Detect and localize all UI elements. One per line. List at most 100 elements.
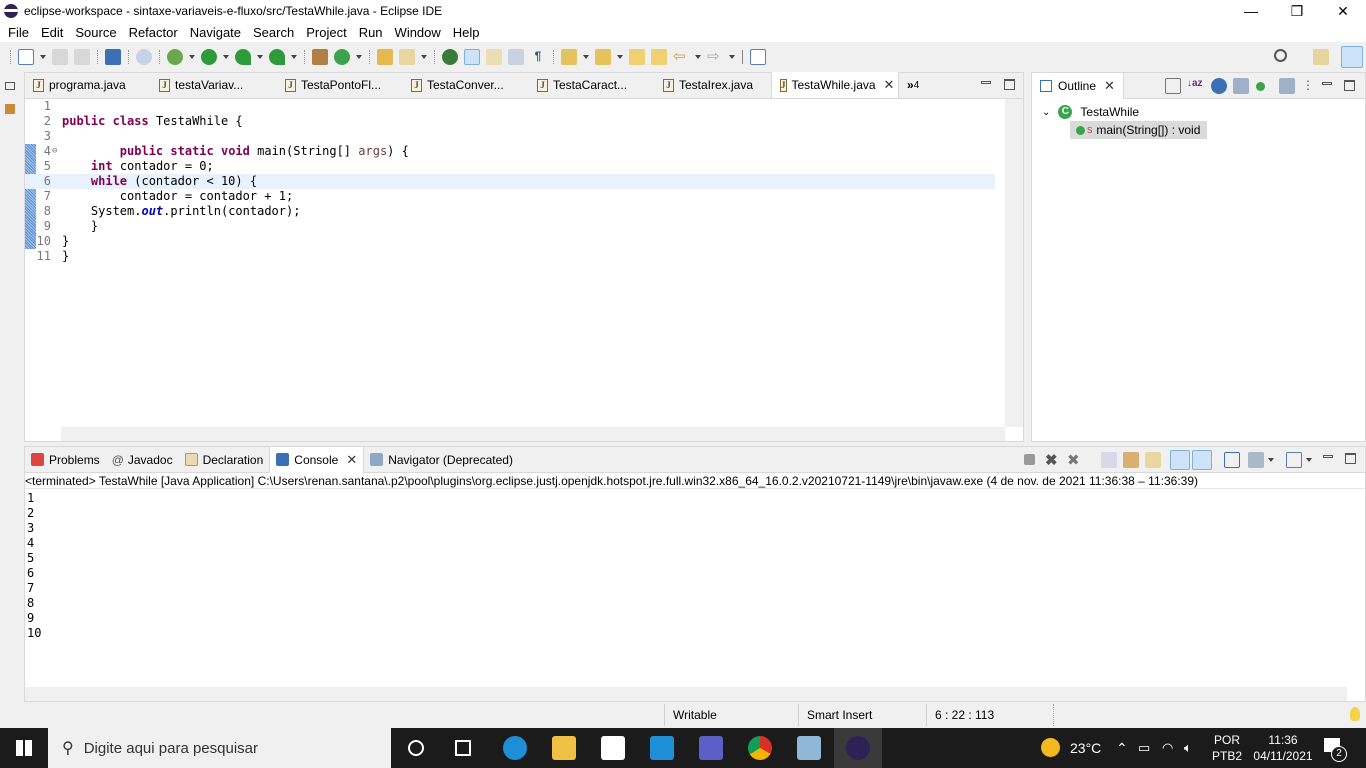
new-dropdown-icon[interactable] bbox=[40, 55, 46, 59]
windows-start-icon[interactable] bbox=[16, 740, 32, 756]
debug-icon[interactable] bbox=[167, 49, 183, 65]
view-menu-icon[interactable]: ⋮ bbox=[1302, 78, 1314, 92]
pin-console-icon[interactable] bbox=[1224, 452, 1240, 468]
external-tools-icon[interactable] bbox=[269, 49, 285, 65]
console-horizontal-scrollbar[interactable] bbox=[25, 687, 1347, 701]
coverage-icon[interactable] bbox=[235, 49, 251, 65]
eclipse-taskbar-icon[interactable] bbox=[846, 736, 870, 760]
restore-button[interactable]: ❐ bbox=[1274, 0, 1320, 22]
close-window-button[interactable]: ✕ bbox=[1320, 0, 1366, 22]
search-tool-icon[interactable] bbox=[399, 49, 415, 65]
hide-nonpublic-icon[interactable] bbox=[1256, 82, 1265, 91]
console-output[interactable]: 1 2 3 4 5 6 7 8 9 10 bbox=[25, 489, 1365, 641]
tab-declaration[interactable]: Declaration bbox=[179, 447, 270, 473]
display-console-dropdown-icon[interactable] bbox=[1268, 458, 1274, 462]
show-hidden-icons-icon[interactable]: ⌃ bbox=[1116, 728, 1128, 768]
menu-edit[interactable]: Edit bbox=[35, 25, 69, 40]
mail-icon[interactable] bbox=[650, 736, 674, 760]
weather-temp[interactable]: 23°C bbox=[1070, 728, 1101, 768]
open-console-dropdown-icon[interactable] bbox=[1306, 458, 1312, 462]
scroll-lock-icon[interactable] bbox=[1123, 452, 1139, 468]
open-console-icon[interactable] bbox=[105, 49, 121, 65]
tab-navigator[interactable]: Navigator (Deprecated) bbox=[364, 447, 519, 473]
minimize-button[interactable]: — bbox=[1228, 0, 1274, 22]
restore-view-icon[interactable] bbox=[5, 82, 15, 90]
console-vertical-scrollbar[interactable] bbox=[1347, 491, 1365, 687]
maximize-console-icon[interactable] bbox=[1345, 453, 1356, 464]
forward-icon[interactable]: ⇨ bbox=[707, 49, 723, 65]
collapse-all-icon[interactable] bbox=[1165, 78, 1181, 94]
tab-javadoc[interactable]: @ Javadoc bbox=[106, 447, 179, 473]
open-task-icon[interactable] bbox=[442, 49, 458, 65]
cortana-icon[interactable] bbox=[408, 740, 424, 756]
previous-annotation-icon[interactable] bbox=[595, 49, 611, 65]
teams-icon[interactable] bbox=[699, 736, 723, 760]
mark-occurrences-icon[interactable] bbox=[464, 49, 480, 65]
outline-method-node[interactable]: S main(String[]) : void bbox=[1070, 121, 1207, 139]
fold-collapse-icon[interactable]: ⊖ bbox=[52, 144, 57, 159]
language-indicator[interactable]: POR PTB2 bbox=[1212, 728, 1242, 768]
menu-search[interactable]: Search bbox=[247, 25, 300, 40]
tab-programa[interactable]: Jprograma.java bbox=[25, 72, 151, 98]
word-wrap-icon[interactable] bbox=[486, 49, 502, 65]
search-icon[interactable] bbox=[1274, 49, 1287, 62]
next-annotation-dropdown-icon[interactable] bbox=[583, 55, 589, 59]
code-editor[interactable]: 1 2 public class TestaWhile { 3 4 ⊖ public… bbox=[25, 99, 1023, 441]
hide-local-types-icon[interactable] bbox=[1279, 78, 1295, 94]
package-explorer-icon[interactable] bbox=[5, 104, 15, 114]
wifi-icon[interactable]: ◠ bbox=[1162, 728, 1173, 768]
menu-project[interactable]: Project bbox=[300, 25, 352, 40]
menu-file[interactable]: File bbox=[2, 25, 35, 40]
weather-sun-icon[interactable] bbox=[1041, 738, 1060, 757]
skip-breakpoints-icon[interactable] bbox=[136, 49, 152, 65]
battery-icon[interactable]: ▭ bbox=[1138, 728, 1150, 768]
editor-horizontal-scrollbar[interactable] bbox=[61, 427, 1005, 441]
tab-problems[interactable]: Problems bbox=[25, 447, 106, 473]
microsoft-store-icon[interactable] bbox=[601, 736, 625, 760]
tab-testairex[interactable]: J TestaIrex.java bbox=[655, 72, 771, 98]
tab-outline[interactable]: Outline ✕ bbox=[1032, 72, 1124, 99]
volume-icon[interactable]: 🔈︎ bbox=[1184, 728, 1192, 768]
taskbar-search[interactable]: ⚲ Digite aqui para pesquisar bbox=[48, 728, 391, 768]
open-console-icon[interactable] bbox=[1286, 452, 1302, 468]
forward-dropdown-icon[interactable] bbox=[729, 55, 735, 59]
new-class-dropdown-icon[interactable] bbox=[356, 55, 362, 59]
tab-testapontofl[interactable]: J TestaPontoFl... bbox=[277, 72, 403, 98]
new-java-class-icon[interactable] bbox=[334, 49, 350, 65]
tab-overflow[interactable]: » 4 bbox=[899, 72, 939, 98]
word-wrap-console-icon[interactable] bbox=[1145, 452, 1161, 468]
tab-testacaract[interactable]: J TestaCaract... bbox=[529, 72, 655, 98]
lightbulb-icon[interactable] bbox=[1350, 707, 1360, 721]
minimize-outline-icon[interactable] bbox=[1322, 82, 1332, 85]
remove-launch-icon[interactable]: ✖ bbox=[1045, 451, 1058, 469]
close-outline-icon[interactable]: ✕ bbox=[1104, 78, 1115, 94]
new-file-icon[interactable] bbox=[18, 49, 34, 65]
close-tab-icon[interactable]: ✕ bbox=[884, 77, 895, 93]
outline-class-node[interactable]: ⌄ C TestaWhile bbox=[1042, 103, 1355, 121]
minimize-console-icon[interactable] bbox=[1323, 455, 1333, 458]
open-perspective-icon[interactable] bbox=[1313, 49, 1329, 65]
tab-testawhile[interactable]: J TestaWhile.java ✕ bbox=[771, 72, 899, 98]
menu-source[interactable]: Source bbox=[69, 25, 122, 40]
tab-testavariav[interactable]: JtestaVariav... bbox=[151, 72, 277, 98]
last-edit-location-icon[interactable] bbox=[629, 49, 645, 65]
back-icon[interactable]: ⇦ bbox=[673, 49, 689, 65]
menu-run[interactable]: Run bbox=[353, 25, 389, 40]
expand-chevron-icon[interactable]: ⌄ bbox=[1042, 107, 1050, 118]
show-on-stdout-icon[interactable] bbox=[1170, 450, 1190, 470]
hide-fields-icon[interactable] bbox=[1211, 78, 1227, 94]
open-type-icon[interactable] bbox=[377, 49, 393, 65]
chrome-icon[interactable] bbox=[748, 736, 772, 760]
menu-navigate[interactable]: Navigate bbox=[184, 25, 247, 40]
next-annotation-icon[interactable] bbox=[561, 49, 577, 65]
maximize-outline-icon[interactable] bbox=[1344, 80, 1355, 91]
external-tools-dropdown-icon[interactable] bbox=[291, 55, 297, 59]
editor-vertical-scrollbar[interactable] bbox=[1005, 99, 1023, 427]
tab-testaconver[interactable]: J TestaConver... bbox=[403, 72, 529, 98]
notepad-icon[interactable] bbox=[797, 736, 821, 760]
run-dropdown-icon[interactable] bbox=[223, 55, 229, 59]
run-icon[interactable] bbox=[201, 49, 217, 65]
java-perspective-icon[interactable] bbox=[1341, 46, 1363, 68]
hide-static-icon[interactable] bbox=[1233, 78, 1249, 94]
terminate-icon[interactable] bbox=[1024, 454, 1035, 465]
